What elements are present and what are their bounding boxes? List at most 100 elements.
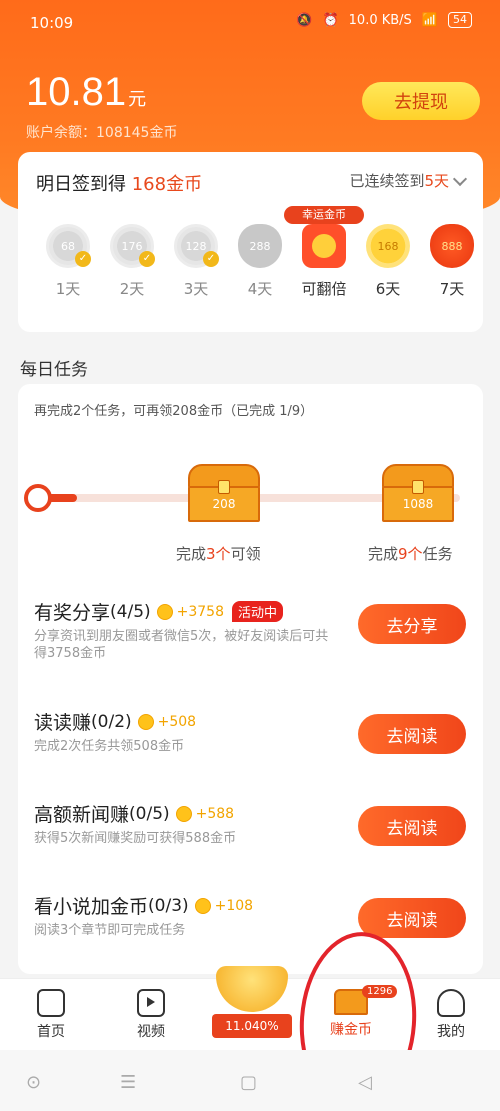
signin-streak[interactable]: 已连续签到 5天 [349, 170, 468, 191]
milestone-label-2: 完成9个任务 [368, 543, 453, 564]
day-label: 7天 [439, 280, 465, 298]
task-desc: 阅读3个章节即可完成任务 [34, 923, 186, 938]
day-2[interactable]: 176 ✓ 2天 [102, 224, 162, 299]
tab-label: 首页 [37, 1024, 65, 1040]
gold-coin-icon: 168 [366, 224, 410, 268]
tab-me[interactable]: 我的 [416, 989, 486, 1041]
coin-balance: 账户余额：108145金币 [26, 125, 178, 141]
tab-video[interactable]: 视频 [116, 989, 186, 1041]
status-icons: 🔕 ⏰ 10.0 KB/S 📶 54 [296, 12, 472, 28]
menu-icon[interactable]: ☰ [120, 1072, 136, 1093]
network-speed: 10.0 KB/S [348, 12, 412, 28]
day-4[interactable]: 288 4天 [230, 224, 290, 299]
section-title: 每日任务 [20, 360, 88, 380]
task-desc: 分享资讯到朋友圈或者微信5次，被好友阅读后可共得3758金币 [34, 629, 329, 661]
read-news-button[interactable]: 去阅读 [358, 806, 466, 846]
tab-label: 视频 [137, 1024, 165, 1040]
signin-card: 明日签到得 168金币 已连续签到 5天 68 ✓ 1天 176 ✓ 2天 128 ✓ … [18, 152, 483, 332]
back-icon[interactable]: ◁ [358, 1072, 372, 1093]
milestone-post: 可领 [230, 545, 261, 563]
task-progress: (0/3) [148, 895, 189, 916]
share-button[interactable]: 去分享 [358, 604, 466, 644]
milestone-label-1: 完成3个可领 [176, 543, 261, 564]
task-title: 读读赚 (0/2) +508 [34, 708, 196, 735]
day-3[interactable]: 128 ✓ 3天 [166, 224, 226, 299]
task-name: 有奖分享 [34, 602, 111, 624]
coin-icon: 68 ✓ [46, 224, 91, 268]
treasure-chest-208[interactable]: 208 [188, 464, 260, 522]
lucky-coin-icon [302, 224, 346, 268]
home-icon [37, 989, 65, 1017]
task-reward: +108 [214, 897, 254, 914]
signin-title: 明日签到得 168金币 [36, 170, 202, 196]
task-name: 高额新闻赚 [34, 804, 130, 826]
lock-icon [218, 480, 230, 494]
bowl-percent: 11.040% [212, 1014, 292, 1038]
signin-days: 68 ✓ 1天 176 ✓ 2天 128 ✓ 3天 288 4天 幸运金币 可翻倍 1… [30, 206, 474, 322]
task-name: 读读赚 [34, 712, 92, 734]
day-value: 68 [61, 239, 75, 253]
milestone-post: 任务 [422, 545, 453, 563]
coin-icon: 128 ✓ [174, 224, 219, 268]
day-value: 888 [441, 239, 463, 253]
milestone-num: 9个 [398, 545, 423, 563]
treasure-chest-1088[interactable]: 1088 [382, 464, 454, 522]
task-desc: 完成2次任务共领508金币 [34, 739, 185, 754]
task-title: 高额新闻赚 (0/5) +588 [34, 800, 234, 827]
status-time: 10:09 [30, 14, 74, 32]
signin-title-amount: 168金币 [131, 174, 203, 195]
day-value: 176 [121, 239, 143, 253]
task-read: 读读赚 (0/2) +508 完成2次任务共领508金币 去阅读 [18, 708, 478, 788]
status-bar: 10:09 🔕 ⏰ 10.0 KB/S 📶 54 [0, 0, 500, 46]
chevron-down-icon [452, 171, 468, 186]
day-7[interactable]: 888 7天 [422, 224, 482, 299]
task-title: 有奖分享 (4/5) +3758 活动中 [34, 598, 284, 625]
balance-amount: 10.81 元 [26, 70, 146, 115]
milestone-num: 3个 [206, 545, 231, 563]
streak-prefix: 已连续签到 [349, 172, 425, 190]
withdraw-button[interactable]: 去提现 [362, 82, 480, 120]
day-1[interactable]: 68 ✓ 1天 [38, 224, 98, 299]
battery-icon: 54 [448, 12, 472, 28]
day-label: 1天 [55, 280, 81, 298]
active-tag: 活动中 [232, 601, 284, 622]
task-progress: (4/5) [110, 601, 151, 622]
assistant-icon[interactable]: ⊙ [26, 1072, 41, 1093]
gold-bowl-button[interactable]: 11.040% [212, 964, 292, 1044]
coin-icon [175, 805, 192, 822]
check-icon: ✓ [203, 251, 219, 267]
day-label: 6天 [375, 280, 401, 298]
mute-icon: 🔕 [296, 12, 313, 28]
task-name: 看小说加金币 [34, 896, 149, 918]
read-novel-button[interactable]: 去阅读 [358, 898, 466, 938]
milestone-pre: 完成 [368, 545, 399, 563]
day-value: 168 [377, 239, 399, 253]
money-bag-icon: 288 [238, 224, 282, 268]
task-reward: +588 [195, 805, 235, 822]
red-bag-icon: 888 [430, 224, 474, 268]
day-5-lucky[interactable]: 幸运金币 可翻倍 [284, 206, 364, 299]
task-novel: 看小说加金币 (0/3) +108 阅读3个章节即可完成任务 去阅读 [18, 892, 478, 972]
balance-value: 10.81 [26, 70, 127, 114]
day-6[interactable]: 168 6天 [358, 224, 418, 299]
check-icon: ✓ [75, 251, 91, 267]
home-nav-icon[interactable]: ▢ [240, 1072, 257, 1093]
progress-knob [24, 484, 52, 512]
gold-bowl-icon [216, 966, 288, 1012]
check-icon: ✓ [139, 251, 155, 267]
coin-icon [194, 897, 211, 914]
system-nav-bar: ⊙ ☰ ▢ ◁ [0, 1050, 500, 1111]
video-icon [137, 989, 165, 1017]
day-label: 2天 [119, 280, 145, 298]
streak-days: 5天 [424, 172, 449, 190]
day-value: 128 [185, 239, 207, 253]
read-button[interactable]: 去阅读 [358, 714, 466, 754]
task-progress-text: 再完成2个任务，可再领208金币（已完成 1/9） [34, 404, 314, 419]
tab-home[interactable]: 首页 [16, 989, 86, 1041]
alarm-icon: ⏰ [322, 12, 339, 28]
lucky-coin-tag: 幸运金币 [284, 206, 364, 224]
milestone-pre: 完成 [176, 545, 207, 563]
day-label: 可翻倍 [301, 280, 347, 298]
day-label: 4天 [247, 280, 273, 298]
task-news: 高额新闻赚 (0/5) +588 获得5次新闻赚奖励可获得588金币 去阅读 [18, 800, 478, 880]
